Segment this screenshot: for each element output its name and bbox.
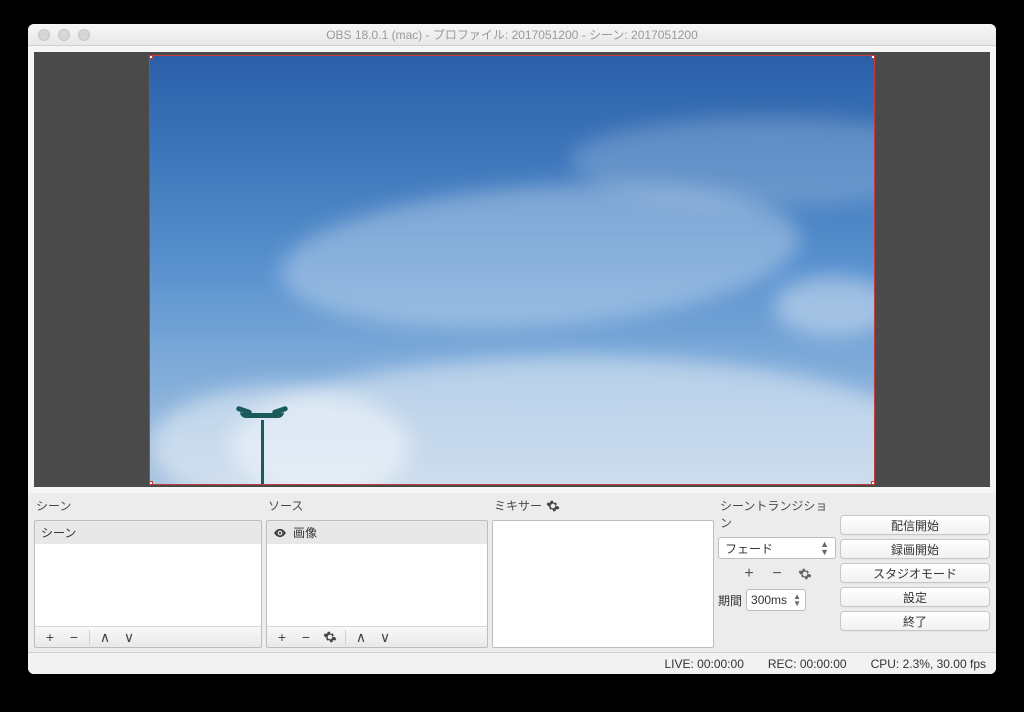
add-source-button[interactable]: + — [271, 628, 293, 646]
transition-buttons: + − — [718, 565, 836, 583]
sources-list[interactable]: 画像 — [266, 520, 488, 627]
chevron-up-icon: ∧ — [100, 629, 110, 646]
spinner-arrows-icon: ▲▼ — [793, 593, 801, 607]
add-scene-button[interactable]: + — [39, 628, 61, 646]
mixer-list[interactable] — [492, 520, 714, 648]
separator — [89, 630, 90, 644]
source-item[interactable]: 画像 — [267, 521, 487, 544]
lamp-post — [240, 414, 284, 485]
add-transition-button[interactable]: + — [740, 565, 758, 583]
resize-handle-bl[interactable] — [149, 481, 153, 485]
scenes-list[interactable]: シーン — [34, 520, 262, 627]
transition-properties-button[interactable] — [796, 565, 814, 583]
remove-transition-button[interactable]: − — [768, 565, 786, 583]
duration-label: 期間 — [718, 592, 742, 609]
move-source-down-button[interactable]: ∨ — [374, 628, 396, 646]
sources-panel: ソース 画像 + − ∧ ∨ — [266, 493, 488, 648]
scenes-toolbar: + − ∧ ∨ — [34, 626, 262, 648]
duration-spinner[interactable]: 300ms ▲▼ — [746, 589, 806, 611]
preview-background — [34, 52, 990, 487]
preview-image[interactable] — [150, 56, 874, 484]
mixer-panel: ミキサー — [492, 493, 714, 648]
status-rec: REC: 00:00:00 — [768, 657, 847, 671]
exit-button[interactable]: 終了 — [840, 611, 990, 631]
settings-button[interactable]: 設定 — [840, 587, 990, 607]
mixer-settings-button[interactable] — [546, 499, 560, 513]
dock: シーン シーン + − ∧ ∨ ソース — [28, 493, 996, 652]
mixer-label: ミキサー — [492, 493, 714, 520]
visibility-toggle[interactable] — [273, 526, 287, 540]
source-properties-button[interactable] — [319, 628, 341, 646]
studio-mode-button[interactable]: スタジオモード — [840, 563, 990, 583]
window-title: OBS 18.0.1 (mac) - プロファイル: 2017051200 - … — [28, 26, 996, 43]
status-bar: LIVE: 00:00:00 REC: 00:00:00 CPU: 2.3%, … — [28, 652, 996, 674]
plus-icon: + — [278, 629, 286, 645]
titlebar: OBS 18.0.1 (mac) - プロファイル: 2017051200 - … — [28, 24, 996, 46]
scene-item-label: シーン — [41, 524, 76, 541]
minus-icon: − — [302, 629, 310, 645]
gear-icon — [323, 630, 337, 644]
scenes-panel: シーン シーン + − ∧ ∨ — [34, 493, 262, 648]
move-scene-down-button[interactable]: ∨ — [118, 628, 140, 646]
remove-scene-button[interactable]: − — [63, 628, 85, 646]
start-recording-button[interactable]: 録画開始 — [840, 539, 990, 559]
source-item-label: 画像 — [293, 524, 317, 541]
duration-value: 300ms — [751, 593, 787, 607]
chevron-down-icon: ∨ — [124, 629, 134, 646]
separator — [345, 630, 346, 644]
transition-selected: フェード — [725, 540, 773, 557]
status-cpu: CPU: 2.3%, 30.00 fps — [871, 657, 986, 671]
preview-canvas[interactable] — [149, 55, 875, 485]
plus-icon: + — [46, 629, 54, 645]
chevron-down-icon: ∨ — [380, 629, 390, 646]
controls-panel: 配信開始 録画開始 スタジオモード 設定 終了 — [840, 493, 990, 648]
transition-label: シーントランジション — [718, 493, 836, 537]
status-live: LIVE: 00:00:00 — [664, 657, 743, 671]
mixer-label-text: ミキサー — [494, 497, 542, 514]
move-scene-up-button[interactable]: ∧ — [94, 628, 116, 646]
chevron-updown-icon: ▲▼ — [820, 540, 829, 556]
transition-select[interactable]: フェード ▲▼ — [718, 537, 836, 559]
move-source-up-button[interactable]: ∧ — [350, 628, 372, 646]
scenes-label: シーン — [34, 493, 262, 520]
transition-duration-row: 期間 300ms ▲▼ — [718, 589, 836, 611]
resize-handle-tl[interactable] — [149, 55, 153, 59]
plus-icon: + — [744, 565, 753, 583]
chevron-up-icon: ∧ — [356, 629, 366, 646]
app-window: OBS 18.0.1 (mac) - プロファイル: 2017051200 - … — [28, 24, 996, 674]
minus-icon: − — [70, 629, 78, 645]
minus-icon: − — [772, 565, 781, 583]
sources-toolbar: + − ∧ ∨ — [266, 626, 488, 648]
remove-source-button[interactable]: − — [295, 628, 317, 646]
start-streaming-button[interactable]: 配信開始 — [840, 515, 990, 535]
preview-area — [28, 46, 996, 493]
resize-handle-tr[interactable] — [871, 55, 875, 59]
scene-item[interactable]: シーン — [35, 521, 261, 544]
gear-icon — [798, 567, 812, 581]
sources-label: ソース — [266, 493, 488, 520]
resize-handle-br[interactable] — [871, 481, 875, 485]
gear-icon — [546, 499, 560, 513]
eye-icon — [273, 526, 287, 540]
transition-panel: シーントランジション フェード ▲▼ + − 期間 300ms ▲▼ — [718, 493, 836, 648]
